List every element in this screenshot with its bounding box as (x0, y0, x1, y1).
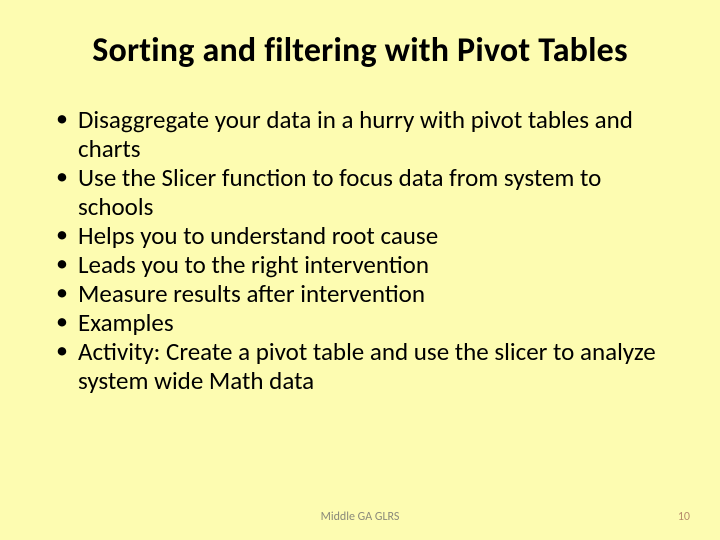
slide-number: 10 (678, 510, 690, 524)
slide: Sorting and filtering with Pivot Tables … (0, 0, 720, 540)
list-item: Measure results after intervention (56, 279, 676, 308)
list-item: Activity: Create a pivot table and use t… (56, 337, 676, 395)
slide-title: Sorting and filtering with Pivot Tables (44, 30, 676, 71)
list-item: Helps you to understand root cause (56, 221, 676, 250)
list-item: Use the Slicer function to focus data fr… (56, 163, 676, 221)
bullet-list: Disaggregate your data in a hurry with p… (44, 105, 676, 395)
list-item: Examples (56, 308, 676, 337)
footer-text: Middle GA GLRS (0, 510, 720, 524)
list-item: Leads you to the right intervention (56, 250, 676, 279)
list-item: Disaggregate your data in a hurry with p… (56, 105, 676, 163)
